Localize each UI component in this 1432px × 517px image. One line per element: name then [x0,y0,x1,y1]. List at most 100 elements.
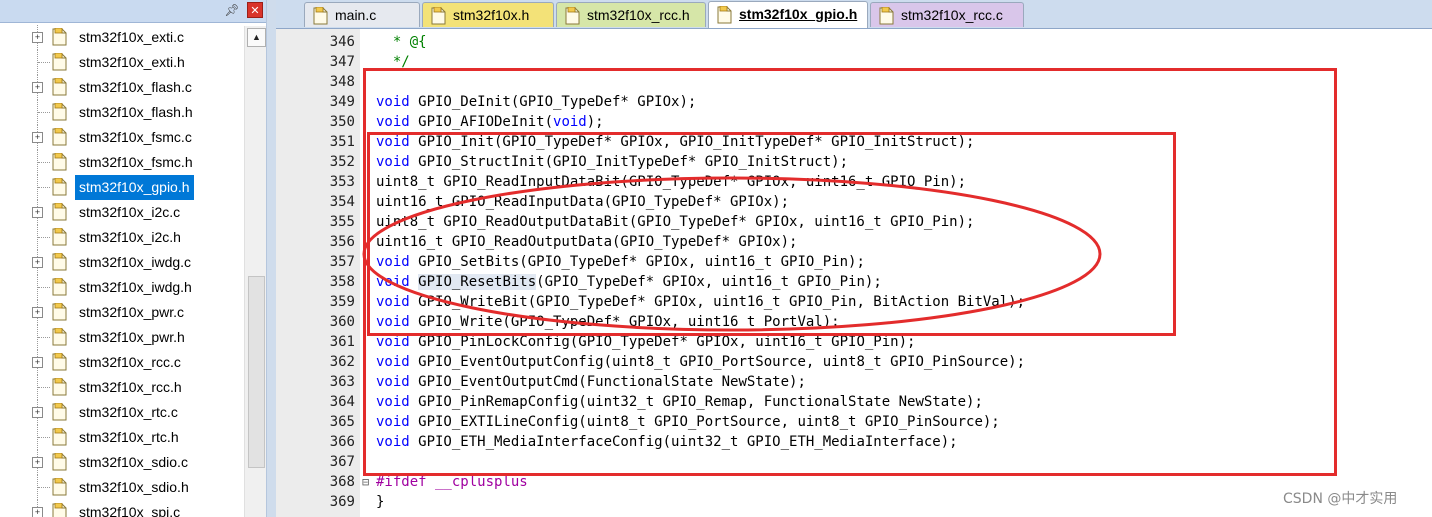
project-tree-panel: 📌︎ ✕ + stm32f10x_exti.c stm32f10x_exti.h + s… [0,0,273,517]
tree-item-label: stm32f10x_sdio.c [79,454,188,470]
tree-item-label: stm32f10x_pwr.h [79,329,185,345]
tree-item[interactable]: stm32f10x_sdio.h [0,475,260,500]
code-line[interactable]: 346 * @{ [276,32,1432,52]
tree-item[interactable]: stm32f10x_gpio.h [0,175,260,200]
file-icon [52,452,67,471]
file-icon [717,5,732,24]
tree-item[interactable]: + stm32f10x_flash.c [0,75,260,100]
tree-item-label: stm32f10x_pwr.c [79,304,185,320]
tree-item[interactable]: stm32f10x_flash.h [0,100,260,125]
file-icon [52,352,67,371]
expand-plus-icon[interactable]: + [32,32,43,43]
tree-item[interactable]: stm32f10x_iwdg.h [0,275,260,300]
editor-tab-bar: main.c stm32f10x.h stm32f10x_rcc.h stm32f10… [276,0,1432,29]
line-number: 359 [329,294,355,310]
expand-plus-icon[interactable]: + [32,307,43,318]
code-line[interactable]: 369} [276,492,1432,512]
file-icon [52,427,67,446]
file-icon [52,152,67,171]
tree-item-label: stm32f10x_exti.c [79,29,185,45]
tree-item[interactable]: + stm32f10x_rtc.c [0,400,260,425]
line-number: 346 [329,34,355,50]
tree-branch-line [38,62,50,63]
tree-branch-line [38,337,50,338]
file-icon [52,327,67,346]
tree-item[interactable]: + stm32f10x_exti.c [0,25,260,50]
tree-item-label: stm32f10x_flash.c [79,79,192,95]
tree-item-label: stm32f10x_fsmc.c [79,129,192,145]
tree-item-label: stm32f10x_rtc.c [79,404,178,420]
line-number: 352 [329,154,355,170]
file-icon [52,277,67,296]
file-icon [52,102,67,121]
scroll-thumb[interactable] [248,276,265,468]
expand-plus-icon[interactable]: + [32,82,43,93]
tree-item[interactable]: stm32f10x_i2c.h [0,225,260,250]
expand-plus-icon[interactable]: + [32,357,43,368]
tree-item[interactable]: + stm32f10x_spi.c [0,500,260,517]
tree-item[interactable]: + stm32f10x_sdio.c [0,450,260,475]
file-icon [52,202,67,221]
tree-branch-line [38,487,50,488]
expand-plus-icon[interactable]: + [32,507,43,517]
tree-item-label: stm32f10x_rtc.h [79,429,179,445]
line-number: 347 [329,54,355,70]
tree-scrollbar[interactable]: ▲ [244,26,267,517]
line-number: 353 [329,174,355,190]
tree-item-label: stm32f10x_rcc.h [79,379,182,395]
tab-stm32f10x_rcc-c[interactable]: stm32f10x_rcc.c [870,2,1024,27]
tab-stm32f10x_rcc-h[interactable]: stm32f10x_rcc.h [556,2,706,27]
tab-main-c[interactable]: main.c [304,2,420,27]
line-number: 365 [329,414,355,430]
tree-item[interactable]: stm32f10x_pwr.h [0,325,260,350]
tree-item-label: stm32f10x_iwdg.h [79,279,192,295]
tree-item[interactable]: + stm32f10x_iwdg.c [0,250,260,275]
line-number: 360 [329,314,355,330]
expand-plus-icon[interactable]: + [32,207,43,218]
tab-stm32f10x-h[interactable]: stm32f10x.h [422,2,554,27]
tree-item-label: stm32f10x_flash.h [79,104,193,120]
fold-marker-icon[interactable] [362,32,372,52]
tree-item[interactable]: stm32f10x_exti.h [0,50,260,75]
file-icon [52,252,67,271]
tree-branch-line [38,112,50,113]
close-icon[interactable]: ✕ [247,2,263,18]
tree-item[interactable]: + stm32f10x_rcc.c [0,350,260,375]
expand-plus-icon[interactable]: + [32,257,43,268]
file-icon [52,402,67,421]
line-number: 367 [329,454,355,470]
tab-label: stm32f10x.h [453,7,530,23]
tree-item-label: stm32f10x_rcc.c [79,354,181,370]
fold-marker-icon[interactable] [362,492,372,512]
tree-item[interactable]: stm32f10x_rtc.h [0,425,260,450]
tab-stm32f10x_gpio-h[interactable]: stm32f10x_gpio.h [708,1,868,28]
file-icon [52,77,67,96]
line-number: 349 [329,94,355,110]
tree-item[interactable]: + stm32f10x_i2c.c [0,200,260,225]
tree-item-label: stm32f10x_sdio.h [79,479,189,495]
tree-item[interactable]: stm32f10x_rcc.h [0,375,260,400]
tab-label: stm32f10x_rcc.h [587,7,690,23]
expand-plus-icon[interactable]: + [32,407,43,418]
expand-plus-icon[interactable]: + [32,457,43,468]
tree-item[interactable]: stm32f10x_fsmc.h [0,150,260,175]
tree-item[interactable]: + stm32f10x_pwr.c [0,300,260,325]
tree-item-label: stm32f10x_i2c.h [79,229,181,245]
line-number: 356 [329,234,355,250]
tree-item-label: stm32f10x_i2c.c [79,204,181,220]
tree-item[interactable]: + stm32f10x_fsmc.c [0,125,260,150]
file-icon [879,6,894,25]
line-number: 355 [329,214,355,230]
line-number: 361 [329,334,355,350]
file-icon [52,502,67,517]
tree-branch-line [38,437,50,438]
line-number: 350 [329,114,355,130]
scroll-up-arrow-icon[interactable]: ▲ [247,28,266,47]
expand-plus-icon[interactable]: + [32,132,43,143]
file-icon [52,377,67,396]
file-icon [565,6,580,25]
annotation-ellipse [362,176,1102,332]
tree-item-label: stm32f10x_iwdg.c [79,254,192,270]
pin-icon[interactable]: 📌︎ [224,2,240,18]
line-number: 357 [329,254,355,270]
